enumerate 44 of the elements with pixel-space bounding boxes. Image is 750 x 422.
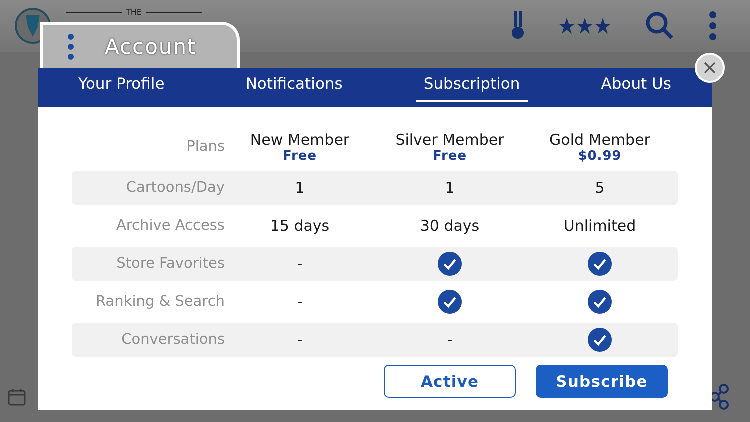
check-icon — [438, 290, 462, 314]
row-label: Store Favorites — [116, 256, 225, 272]
tab[interactable]: Notifications — [238, 68, 351, 102]
calendar-icon[interactable] — [8, 388, 26, 406]
dialog-title: Account — [105, 34, 197, 58]
share-icon[interactable] — [710, 384, 730, 410]
status-button[interactable]: Active — [384, 365, 516, 398]
table-cell: - — [297, 331, 303, 349]
row-label: Cartoons/Day — [125, 180, 225, 196]
check-icon — [438, 252, 462, 276]
row-label: Ranking & Search — [95, 294, 225, 310]
check-icon — [588, 252, 612, 276]
subscribe-button[interactable]: Subscribe — [536, 365, 668, 398]
plan-name: New Member — [250, 130, 350, 148]
plan-price: $0.99 — [578, 148, 622, 164]
table-cell: 30 days — [420, 217, 480, 235]
row-label: Conversations — [120, 332, 225, 348]
check-icon — [588, 328, 612, 352]
tab[interactable]: Subscription — [416, 68, 528, 102]
tab[interactable]: About Us — [593, 68, 680, 102]
table-cell: 15 days — [270, 217, 330, 235]
menu-icon[interactable] — [67, 32, 75, 60]
table-cell: 1 — [445, 179, 455, 197]
close-icon — [704, 62, 716, 74]
stars-icon[interactable] — [559, 18, 611, 34]
table-cell: - — [297, 255, 303, 273]
plan-name: Gold Member — [550, 130, 650, 148]
table-cell: Unlimited — [564, 217, 636, 235]
table-cell: - — [297, 293, 303, 311]
row-label: Archive Access — [115, 218, 225, 234]
row-label: Plans — [186, 139, 225, 155]
menu-icon[interactable] — [709, 11, 717, 41]
table-cell: - — [447, 331, 453, 349]
medal-icon[interactable] — [511, 11, 525, 41]
search-icon[interactable] — [645, 11, 675, 41]
check-icon — [588, 290, 612, 314]
close-button[interactable] — [695, 53, 725, 83]
plan-price: Free — [432, 148, 468, 164]
tab[interactable]: Your Profile — [70, 68, 173, 102]
table-cell: 1 — [295, 179, 305, 197]
table-cell: 5 — [595, 179, 605, 197]
plan-name: Silver Member — [396, 130, 504, 148]
plan-price: Free — [282, 148, 318, 164]
masthead-text: THE — [126, 8, 142, 17]
